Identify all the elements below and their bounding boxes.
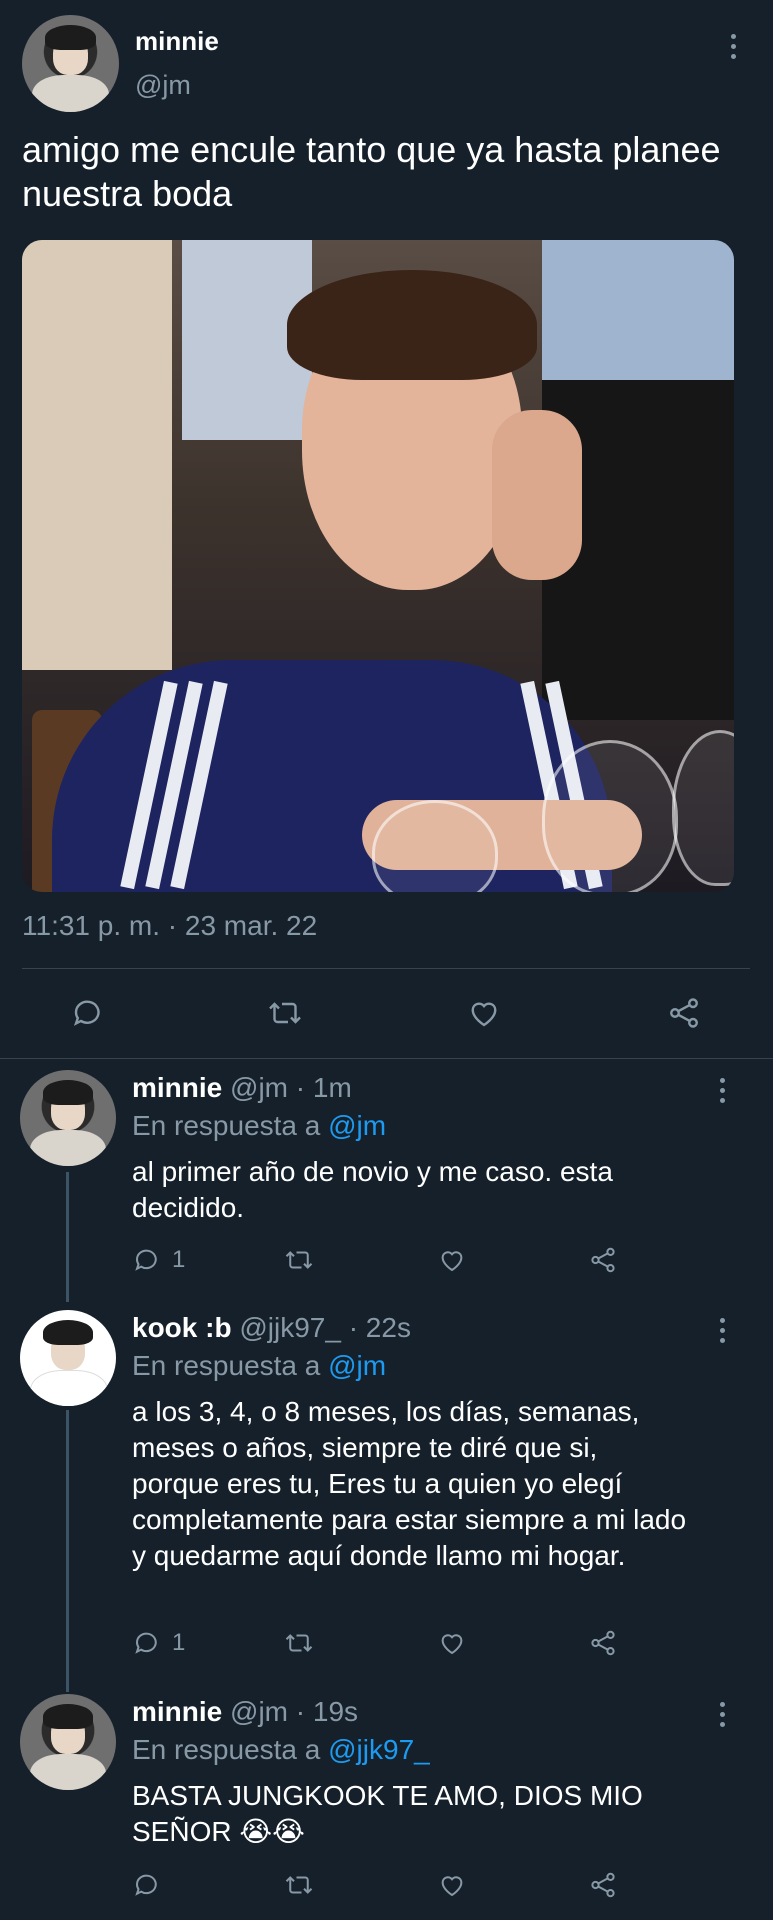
reply-header: minnie @jm · 19s	[132, 1696, 358, 1728]
like-button[interactable]	[436, 1628, 468, 1658]
reply-to-link[interactable]: @jm	[328, 1350, 386, 1381]
share-button[interactable]	[587, 1245, 619, 1275]
reply-context: En respuesta a @jm	[132, 1350, 386, 1382]
retweet-button[interactable]	[282, 1245, 316, 1275]
share-icon	[591, 1247, 615, 1273]
divider	[22, 968, 750, 969]
reply-text: a los 3, 4, o 8 meses, los días, semanas…	[132, 1396, 687, 1571]
retweet-icon	[285, 1634, 313, 1652]
like-button[interactable]	[436, 1245, 468, 1275]
share-icon	[670, 998, 698, 1028]
tweet-photo[interactable]	[22, 240, 734, 892]
author-name[interactable]: kook :b	[132, 1312, 232, 1343]
retweet-icon	[285, 1876, 313, 1894]
reply-button[interactable]	[132, 1870, 172, 1900]
reply-button[interactable]	[70, 995, 106, 1031]
reply-count: 1	[172, 1246, 186, 1273]
reply-tweet[interactable]: kook :b @jjk97_ · 22s En respuesta a @jm…	[0, 1310, 773, 1680]
tweet-text: amigo me encule tanto que ya hasta plane…	[22, 129, 721, 214]
author-name[interactable]: minnie	[135, 26, 219, 57]
reply-context: En respuesta a @jm	[132, 1110, 386, 1142]
share-icon	[591, 1872, 615, 1898]
author-name[interactable]: minnie	[132, 1072, 222, 1103]
reply-header: minnie @jm · 1m	[132, 1072, 352, 1104]
reply-icon	[73, 1000, 100, 1026]
reply-to-link[interactable]: @jm	[328, 1110, 386, 1141]
share-button[interactable]	[587, 1870, 619, 1900]
author-name[interactable]: minnie	[132, 1696, 222, 1727]
main-tweet: minnie @jm amigo me encule tanto que ya …	[0, 0, 773, 1058]
reply-icon	[135, 1632, 157, 1654]
heart-icon	[441, 1876, 463, 1897]
reply-actions: 1	[0, 1628, 773, 1668]
share-button[interactable]	[587, 1628, 619, 1658]
reply-prefix: En respuesta a	[132, 1350, 321, 1381]
like-button[interactable]	[465, 995, 503, 1031]
share-icon	[591, 1630, 615, 1656]
author-meta: @jm · 1m	[230, 1072, 352, 1103]
reply-context: En respuesta a @jjk97_	[132, 1734, 430, 1766]
heart-icon	[471, 1002, 497, 1027]
reply-actions: 1	[0, 1245, 773, 1285]
reply-to-link[interactable]: @jjk97_	[328, 1734, 430, 1765]
reply-actions	[0, 1870, 773, 1910]
divider	[0, 1058, 773, 1059]
retweet-button[interactable]	[282, 1870, 316, 1900]
reply-count: 1	[172, 1629, 186, 1656]
reply-icon	[135, 1874, 157, 1896]
reply-prefix: En respuesta a	[132, 1110, 321, 1141]
retweet-button[interactable]	[265, 995, 305, 1031]
avatar[interactable]	[22, 15, 119, 112]
author-meta: @jm · 19s	[230, 1696, 359, 1727]
heart-icon	[441, 1251, 463, 1272]
retweet-button[interactable]	[282, 1628, 316, 1658]
reply-tweet[interactable]: minnie @jm · 19s En respuesta a @jjk97_ …	[0, 1694, 773, 1914]
tweet-timestamp: 11:31 p. m. · 23 mar. 22	[22, 910, 318, 941]
reply-tweet[interactable]: minnie @jm · 1m En respuesta a @jm al pr…	[0, 1070, 773, 1290]
heart-icon	[441, 1634, 463, 1655]
reply-prefix: En respuesta a	[132, 1734, 321, 1765]
retweet-icon	[269, 1002, 301, 1024]
reply-text: BASTA JUNGKOOK TE AMO, DIOS MIO SEÑOR 😭😭	[132, 1780, 643, 1847]
author-meta: @jjk97_ · 22s	[239, 1312, 411, 1343]
more-icon[interactable]	[729, 34, 737, 59]
more-icon[interactable]	[718, 1702, 726, 1727]
tweet-actions	[0, 985, 773, 1045]
reply-button[interactable]: 1	[132, 1628, 185, 1658]
more-icon[interactable]	[718, 1078, 726, 1103]
share-button[interactable]	[665, 995, 703, 1031]
reply-icon	[135, 1249, 157, 1271]
more-icon[interactable]	[718, 1318, 726, 1343]
retweet-icon	[285, 1251, 313, 1269]
reply-header: kook :b @jjk97_ · 22s	[132, 1312, 411, 1344]
avatar[interactable]	[20, 1694, 116, 1790]
like-button[interactable]	[436, 1870, 468, 1900]
reply-button[interactable]: 1	[132, 1245, 185, 1275]
avatar[interactable]	[20, 1070, 116, 1166]
avatar[interactable]	[20, 1310, 116, 1406]
author-handle[interactable]: @jm	[135, 70, 191, 101]
reply-text: al primer año de novio y me caso. esta d…	[132, 1156, 613, 1223]
